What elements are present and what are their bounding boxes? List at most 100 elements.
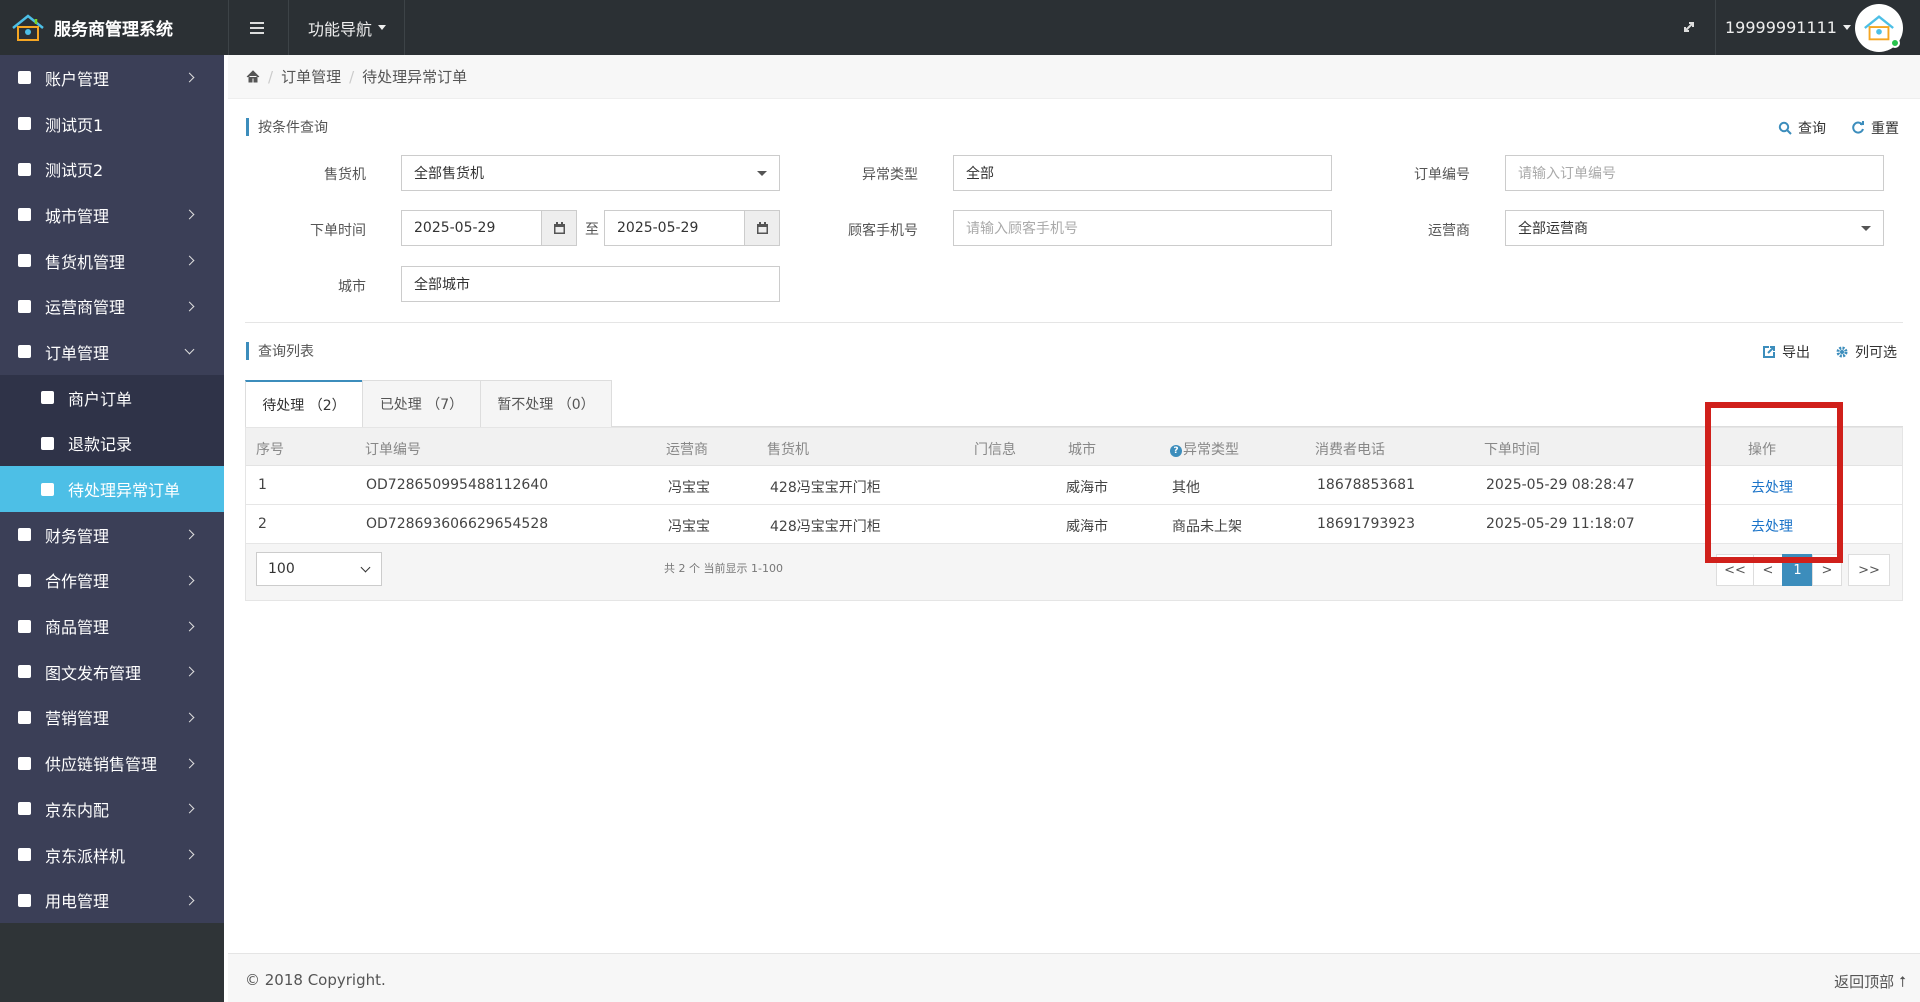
city-select[interactable]: 全部城市 bbox=[401, 266, 780, 302]
brand[interactable]: 服务商管理系统 bbox=[0, 0, 227, 55]
tab-processed[interactable]: 已处理 （7） bbox=[362, 380, 481, 427]
exception-type-select[interactable]: 全部 bbox=[953, 155, 1332, 191]
search-icon bbox=[1778, 121, 1792, 135]
column-header: 操作 bbox=[1748, 442, 1776, 458]
page-size-select[interactable]: 100 bbox=[256, 552, 382, 586]
phone-label: 顾客手机号 bbox=[848, 223, 918, 239]
cell-order-no: OD728650995488112640 bbox=[366, 477, 549, 493]
sidebar-item-label: 退款记录 bbox=[68, 435, 133, 455]
menu-toggle-icon[interactable] bbox=[238, 14, 276, 42]
page-size-value: 100 bbox=[268, 561, 295, 577]
process-link[interactable]: 去处理 bbox=[1751, 477, 1793, 497]
breadcrumb-item[interactable]: 订单管理 bbox=[281, 66, 341, 87]
phone-input[interactable]: 请输入顾客手机号 bbox=[953, 210, 1332, 246]
caret-down-icon bbox=[757, 171, 767, 176]
sidebar-item[interactable]: 合作管理 bbox=[0, 558, 224, 604]
divider bbox=[228, 0, 229, 55]
home-icon[interactable] bbox=[246, 70, 260, 83]
sidebar-item[interactable]: 图文发布管理 bbox=[0, 649, 224, 695]
page-1-button[interactable]: 1 bbox=[1782, 554, 1813, 586]
vending-value: 全部售货机 bbox=[414, 166, 484, 182]
vending-label: 售货机 bbox=[324, 167, 366, 183]
function-nav-label: 功能导航 bbox=[307, 19, 372, 39]
top-bar: 服务商管理系统 功能导航 19999991111 bbox=[0, 0, 1920, 55]
order-table: 序号 订单编号 运营商 售货机 门信息 城市 ? 异常类型 消费者电话 下单时间 … bbox=[245, 427, 1903, 601]
gear-icon bbox=[1836, 346, 1848, 358]
help-icon[interactable]: ? bbox=[1170, 445, 1182, 457]
filter-section-title: 按条件查询 bbox=[246, 118, 328, 136]
chevron-down-icon bbox=[360, 562, 371, 573]
cell-exception: 商品未上架 bbox=[1172, 519, 1242, 535]
sidebar-item-label: 用电管理 bbox=[45, 892, 110, 912]
order-no-input[interactable]: 请输入订单编号 bbox=[1505, 155, 1884, 191]
sidebar-item[interactable]: 城市管理 bbox=[0, 192, 224, 238]
sidebar-item-label: 供应链销售管理 bbox=[45, 755, 158, 775]
app-title: 服务商管理系统 bbox=[54, 20, 173, 40]
function-nav-menu[interactable]: 功能导航 bbox=[290, 0, 404, 55]
calendar-icon[interactable] bbox=[541, 210, 577, 246]
sidebar-item[interactable]: 京东派样机 bbox=[0, 832, 224, 878]
sidebar-item[interactable]: 供应链销售管理 bbox=[0, 740, 224, 786]
divider bbox=[1715, 0, 1716, 55]
last-page-button[interactable]: >> bbox=[1848, 554, 1890, 586]
export-button[interactable]: 导出 bbox=[1762, 342, 1810, 362]
menu-square-icon bbox=[41, 436, 54, 450]
city-value: 全部城市 bbox=[414, 277, 470, 293]
online-status-dot bbox=[1890, 38, 1900, 48]
user-menu[interactable]: 19999991111 bbox=[1725, 0, 1851, 55]
fullscreen-icon[interactable] bbox=[1678, 18, 1700, 38]
vending-select[interactable]: 全部售货机 bbox=[401, 155, 780, 191]
chevron-right-icon bbox=[184, 666, 195, 677]
tab-pending[interactable]: 待处理 （2） bbox=[245, 380, 363, 428]
prev-page-button[interactable]: < bbox=[1753, 554, 1783, 586]
sidebar-item[interactable]: 营销管理 bbox=[0, 695, 224, 741]
pager-label: << bbox=[1724, 562, 1746, 578]
process-link[interactable]: 去处理 bbox=[1751, 516, 1793, 536]
sidebar-item[interactable]: 退款记录 bbox=[0, 420, 224, 467]
phone-placeholder: 请输入顾客手机号 bbox=[966, 221, 1078, 237]
operator-select[interactable]: 全部运营商 bbox=[1505, 210, 1884, 246]
sidebar-item-label: 运营商管理 bbox=[45, 298, 126, 318]
menu-square-icon bbox=[18, 208, 31, 222]
sidebar-item[interactable]: 待处理异常订单 bbox=[0, 466, 224, 512]
start-date-input[interactable]: 2025-05-29 bbox=[401, 210, 542, 246]
first-page-button[interactable]: << bbox=[1716, 554, 1754, 586]
sidebar-item[interactable]: 京东内配 bbox=[0, 786, 224, 832]
pager-label: 1 bbox=[1793, 562, 1802, 578]
menu-square-icon bbox=[18, 710, 31, 724]
username: 19999991111 bbox=[1725, 18, 1837, 37]
column-header: 售货机 bbox=[767, 442, 809, 458]
sidebar-item[interactable]: 商品管理 bbox=[0, 603, 224, 649]
sidebar-item[interactable]: 运营商管理 bbox=[0, 283, 224, 329]
start-date-value: 2025-05-29 bbox=[414, 220, 496, 236]
sidebar-item[interactable]: 测试页2 bbox=[0, 146, 224, 192]
sidebar-item[interactable]: 测试页1 bbox=[0, 101, 224, 147]
columns-button[interactable]: 列可选 bbox=[1835, 342, 1897, 362]
sidebar: 账户管理 测试页1 测试页2 城市管理 售货机管理运营商管理订单管理 商户订单退款记录待处… bbox=[0, 55, 224, 1002]
copyright: © 2018 Copyright. bbox=[245, 971, 386, 989]
sidebar-item[interactable]: 用电管理 bbox=[0, 877, 224, 923]
sidebar-item[interactable]: 售货机管理 bbox=[0, 238, 224, 284]
back-to-top-link[interactable]: 返回顶部 ⭡ bbox=[1834, 971, 1906, 992]
order-no-placeholder: 请输入订单编号 bbox=[1518, 166, 1616, 182]
query-button[interactable]: 查询 bbox=[1778, 118, 1826, 138]
next-page-button[interactable]: > bbox=[1812, 554, 1842, 586]
chevron-down-icon bbox=[184, 344, 195, 355]
calendar-icon[interactable] bbox=[744, 210, 780, 246]
sidebar-item-label: 待处理异常订单 bbox=[68, 481, 181, 501]
query-label: 查询 bbox=[1798, 121, 1826, 137]
chevron-right-icon bbox=[184, 621, 195, 632]
table-header: 序号 订单编号 运营商 售货机 门信息 城市 ? 异常类型 消费者电话 下单时间 … bbox=[246, 428, 1902, 466]
chevron-right-icon bbox=[184, 895, 195, 906]
cell-phone: 18678853681 bbox=[1317, 477, 1415, 493]
end-date-input[interactable]: 2025-05-29 bbox=[604, 210, 745, 246]
sidebar-item[interactable]: 账户管理 bbox=[0, 55, 224, 101]
sidebar-item[interactable]: 订单管理 bbox=[0, 329, 224, 375]
reset-button[interactable]: 重置 bbox=[1851, 118, 1899, 138]
sidebar-item[interactable]: 商户订单 bbox=[0, 374, 224, 421]
sidebar-item[interactable]: 财务管理 bbox=[0, 512, 224, 558]
sidebar-item-label: 京东派样机 bbox=[45, 846, 126, 866]
caret-down-icon bbox=[378, 25, 386, 30]
tab-deferred[interactable]: 暂不处理 （0） bbox=[480, 380, 612, 427]
column-header: 订单编号 bbox=[365, 442, 421, 458]
